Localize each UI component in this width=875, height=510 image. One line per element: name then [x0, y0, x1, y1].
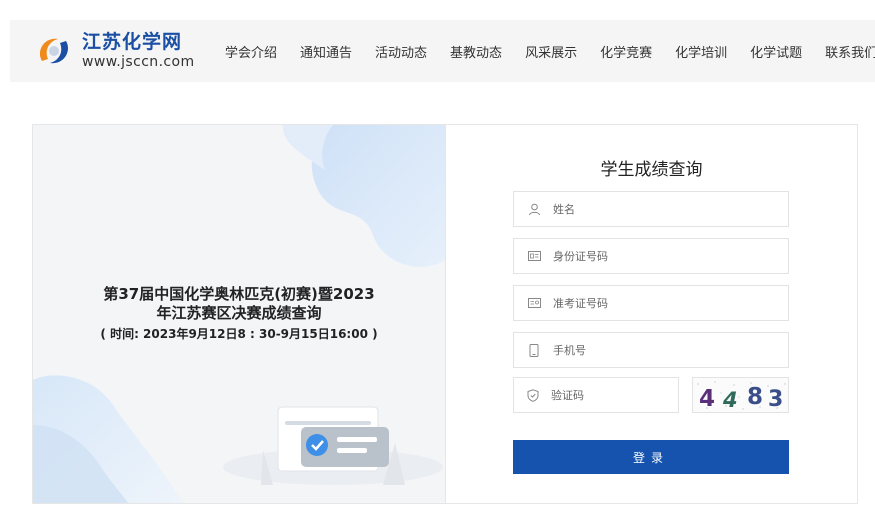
nav-item-activities[interactable]: 活动动态 [375, 42, 427, 61]
site-logo[interactable]: 江苏化学网 www.jsccn.com [34, 28, 224, 74]
name-field[interactable] [513, 191, 789, 227]
nav-item-training[interactable]: 化学培训 [675, 42, 727, 61]
event-title-line1: 第37届中国化学奥林匹克(初赛)暨2023 [103, 285, 375, 303]
login-button[interactable]: 登录 [513, 440, 789, 474]
nav-item-notices[interactable]: 通知通告 [300, 42, 352, 61]
exam-number-input[interactable] [553, 296, 753, 310]
exam-number-field[interactable] [513, 285, 789, 321]
user-icon [527, 202, 541, 216]
captcha-image[interactable]: 4 4 8 3 [692, 377, 789, 413]
phone-field[interactable] [513, 332, 789, 368]
nav-item-contact[interactable]: 联系我们 [825, 42, 875, 61]
shield-icon [527, 388, 539, 402]
site-header: 江苏化学网 www.jsccn.com 学会介绍 通知通告 活动动态 基教动态 … [10, 20, 875, 82]
logo-icon [34, 31, 74, 71]
captcha-char: 4 [699, 386, 715, 412]
id-number-field[interactable] [513, 238, 789, 274]
phone-input[interactable] [553, 343, 753, 357]
name-input[interactable] [553, 202, 753, 216]
nav-item-basic-education[interactable]: 基教动态 [450, 42, 502, 61]
captcha-input[interactable] [551, 388, 696, 402]
nav-item-competition[interactable]: 化学竞赛 [600, 42, 652, 61]
event-time: ( 时间: 2023年9月12日8 : 30-9月15日16:00 ) [100, 327, 378, 341]
query-card: 第37届中国化学奥林匹克(初赛)暨2023 年江苏赛区决赛成绩查询 ( 时间: … [32, 124, 858, 504]
event-title: 第37届中国化学奥林匹克(初赛)暨2023 年江苏赛区决赛成绩查询 [33, 285, 445, 323]
nav-item-exams[interactable]: 化学试题 [750, 42, 802, 61]
captcha-field[interactable] [513, 377, 696, 413]
event-banner: 第37届中国化学奥林匹克(初赛)暨2023 年江苏赛区决赛成绩查询 ( 时间: … [33, 125, 445, 503]
id-number-input[interactable] [553, 249, 753, 263]
site-url: www.jsccn.com [82, 54, 195, 70]
captcha-char: 8 [747, 384, 763, 410]
login-form: 学生成绩查询 姓名 身份证号码 准考证号码 手机号 验证码 4 4 8 3 登录 [446, 125, 857, 503]
admission-card-icon [527, 296, 541, 310]
id-card-icon [527, 249, 541, 263]
main-nav: 学会介绍 通知通告 活动动态 基教动态 风采展示 化学竞赛 化学培训 化学试题 … [225, 20, 875, 82]
captcha-char: 3 [768, 387, 783, 412]
nav-item-showcase[interactable]: 风采展示 [525, 42, 577, 61]
phone-icon [527, 343, 541, 357]
nav-item-about[interactable]: 学会介绍 [225, 42, 277, 61]
captcha-char: 4 [722, 388, 738, 412]
site-title: 江苏化学网 [82, 31, 183, 53]
event-title-line2: 年江苏赛区决赛成绩查询 [156, 304, 322, 322]
form-title: 学生成绩查询 [600, 160, 703, 180]
